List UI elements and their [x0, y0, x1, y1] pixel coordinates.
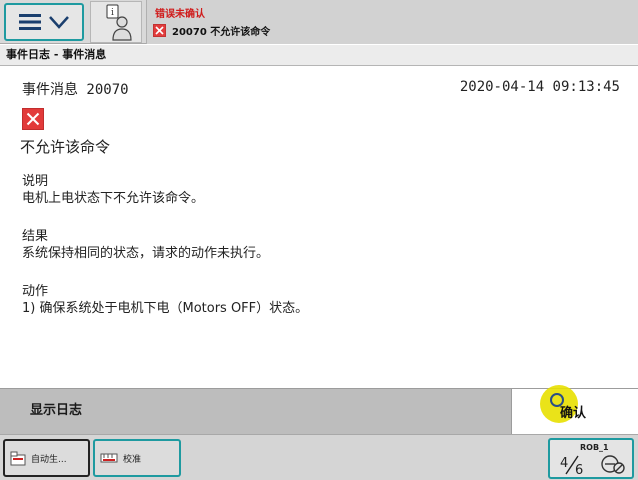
command-bar: 显示日志 确认: [0, 385, 638, 434]
event-title: 不允许该命令: [20, 138, 111, 156]
task-auto-production[interactable]: 自动生...: [3, 439, 90, 477]
quickset-button[interactable]: ROB_1 4 6: [548, 438, 634, 479]
description-section: 说明 电机上电状态下不允许该命令。: [22, 173, 204, 207]
status-message: 20070 不允许该命令: [172, 27, 271, 38]
top-bar: i 错误未确认 20070 不允许该命令: [0, 0, 638, 44]
status-bar[interactable]: 错误未确认 20070 不允许该命令: [146, 0, 638, 44]
error-x-icon: [153, 24, 166, 37]
svg-text:6: 6: [575, 463, 583, 476]
confirm-label: 确认: [560, 406, 587, 421]
breadcrumb: 事件日志 - 事件消息: [0, 45, 638, 66]
run-mode-icon: [601, 455, 625, 474]
section-heading: 动作: [22, 284, 49, 299]
confirm-button[interactable]: 确认: [511, 385, 638, 434]
speed-override-icon: 4 6: [560, 455, 583, 476]
section-heading: 结果: [22, 229, 49, 244]
section-body: 1) 确保系统处于电机下电（Motors OFF）状态。: [22, 301, 309, 316]
event-message-panel: 事件消息 20070 2020-04-14 09:13:45 不允许该命令 说明…: [0, 67, 638, 388]
auto-production-icon: [10, 451, 26, 466]
show-log-button[interactable]: 显示日志: [0, 389, 510, 434]
task-label: 校准: [123, 454, 142, 465]
event-timestamp: 2020-04-14 09:13:45: [459, 79, 620, 95]
error-type-icon: [22, 108, 44, 130]
event-header: 事件消息 20070: [22, 82, 129, 98]
calibration-icon: [100, 453, 118, 463]
robot-name: ROB_1: [580, 443, 609, 452]
svg-text:4: 4: [560, 456, 568, 471]
consequences-section: 结果 系统保持相同的状态，请求的动作未执行。: [22, 228, 269, 262]
section-heading: 说明: [22, 174, 49, 189]
taskbar: 自动生... 校准 ROB_1 4 6: [0, 434, 638, 480]
status-title: 错误未确认: [155, 9, 205, 20]
operator-info-icon: i: [106, 4, 132, 41]
task-label: 自动生...: [31, 454, 67, 465]
hamburger-icon: [19, 14, 41, 30]
status-event-row: 20070 不允许该命令: [153, 23, 270, 38]
actions-section: 动作 1) 确保系统处于电机下电（Motors OFF）状态。: [22, 283, 308, 317]
task-calibration[interactable]: 校准: [93, 439, 181, 477]
chevron-down-icon: [49, 16, 69, 29]
operator-window-button[interactable]: i: [90, 1, 142, 43]
section-body: 系统保持相同的状态，请求的动作未执行。: [22, 246, 270, 261]
main-menu-button[interactable]: [4, 3, 84, 41]
section-body: 电机上电状态下不允许该命令。: [22, 191, 205, 206]
svg-text:i: i: [111, 8, 114, 18]
